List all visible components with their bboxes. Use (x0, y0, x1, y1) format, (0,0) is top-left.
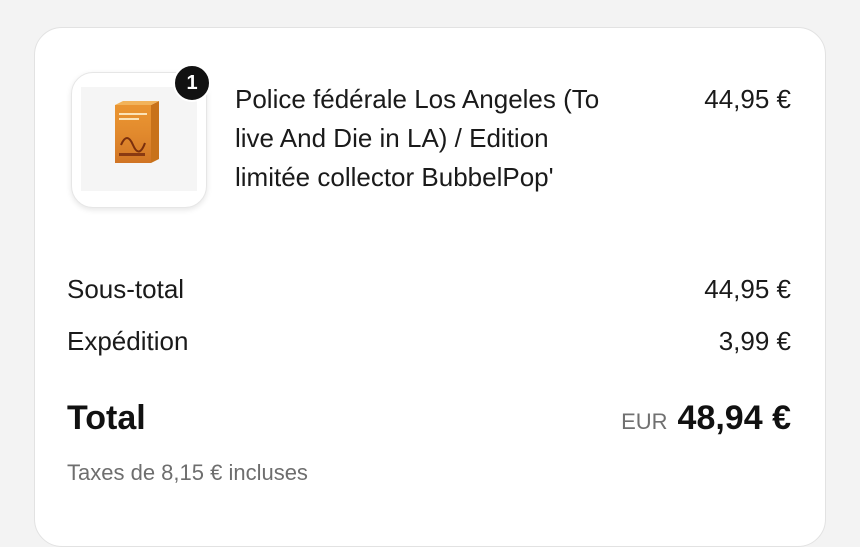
product-title[interactable]: Police fédérale Los Angeles (To live And… (235, 80, 665, 197)
taxes-note: Taxes de 8,15 € incluses (67, 460, 308, 485)
currency-code: EUR (621, 409, 668, 434)
subtotal-label: Sous-total (67, 274, 185, 304)
quantity-badge: 1 (173, 64, 211, 102)
product-title-line: limitée collector BubbelPop' (235, 162, 554, 192)
shipping-value: 3,99 € (718, 326, 791, 356)
product-price: 44,95 € (704, 84, 791, 114)
product-title-line: Police fédérale Los Angeles (To (235, 84, 600, 114)
total-value: 48,94 € (677, 399, 791, 437)
total-amount: EUR 48,94 € (621, 396, 791, 447)
bluray-box-cover-icon (81, 87, 197, 191)
subtotal-value: 44,95 € (704, 274, 791, 304)
product-title-line: live And Die in LA) / Edition (235, 123, 549, 153)
shipping-label: Expédition (67, 326, 189, 356)
order-summary-card: 1 Police fédérale Los Angeles (To live A… (34, 27, 826, 547)
total-row: Total EUR 48,94 € (67, 396, 791, 440)
total-label: Total (67, 399, 146, 437)
product-image (81, 87, 197, 191)
